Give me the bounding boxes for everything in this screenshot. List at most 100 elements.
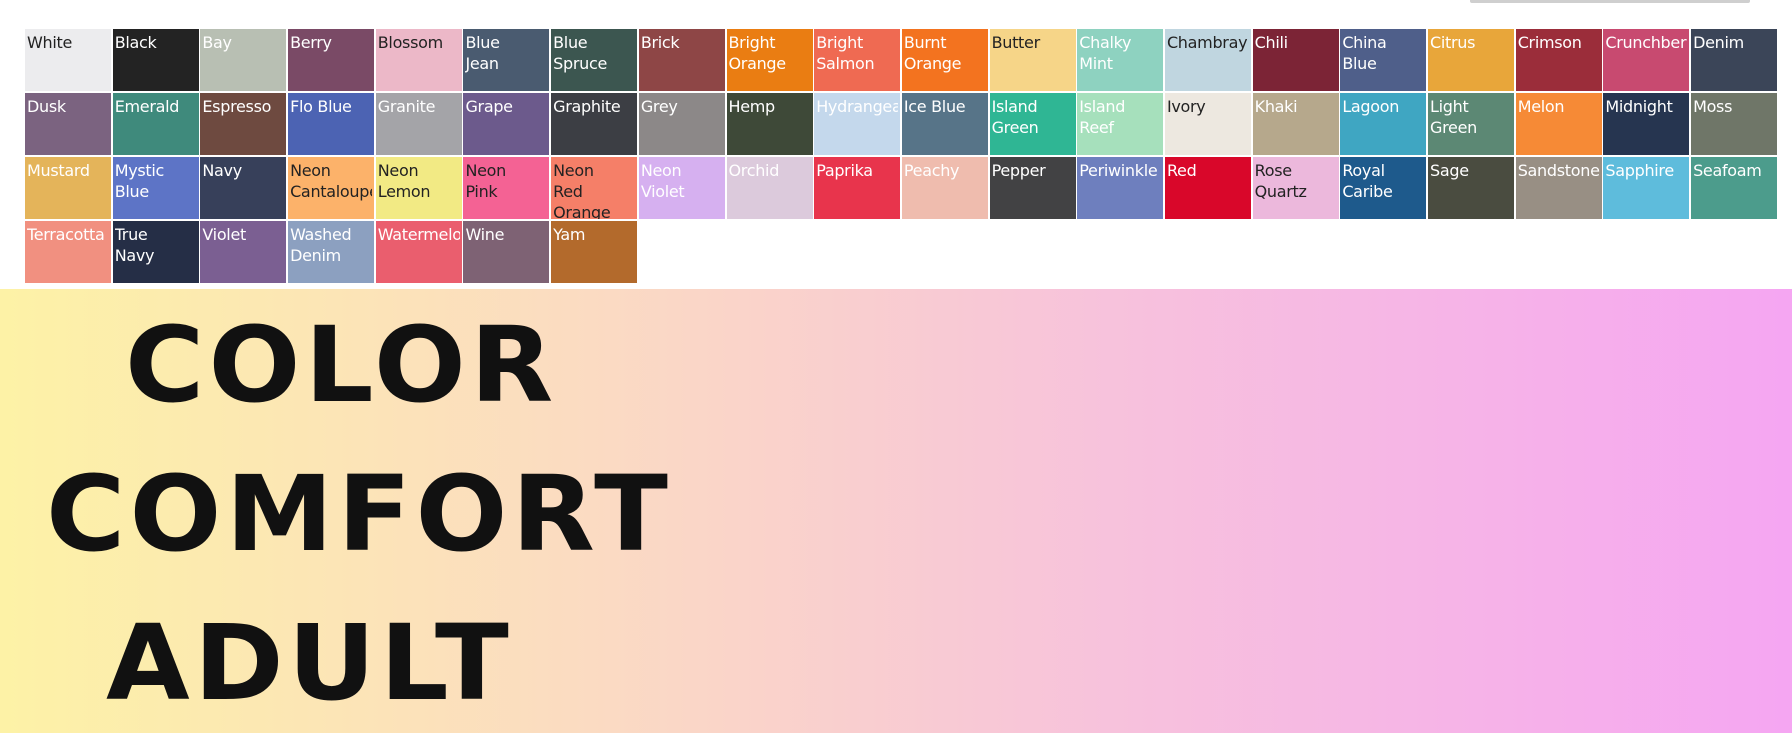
swatch-label: Island Reef <box>1079 97 1126 137</box>
color-swatch[interactable]: Chili <box>1252 29 1339 91</box>
color-swatch[interactable]: Neon Violet <box>638 157 725 219</box>
color-swatch[interactable]: Crimson <box>1515 29 1602 91</box>
title-line-adult: ADULT <box>106 602 513 724</box>
color-swatch[interactable]: Moss <box>1691 93 1778 155</box>
swatch-label: Orchid <box>728 161 780 180</box>
swatch-label: Periwinkle <box>1079 161 1158 180</box>
color-swatch[interactable]: Midnight <box>1603 93 1690 155</box>
color-swatch[interactable]: Rose Quartz <box>1252 157 1339 219</box>
color-swatch[interactable]: Seafoam <box>1691 157 1778 219</box>
swatch-label: Brick <box>640 33 680 52</box>
color-swatch[interactable]: Periwinkle <box>1077 157 1164 219</box>
color-swatch[interactable]: Paprika <box>814 157 901 219</box>
color-swatch[interactable]: Khaki <box>1252 93 1339 155</box>
color-swatch[interactable]: Chalky Mint <box>1077 29 1164 91</box>
color-swatch[interactable]: White <box>25 29 111 91</box>
swatch-label: Bright Orange <box>728 33 787 73</box>
color-swatch[interactable]: Violet <box>200 221 287 283</box>
color-swatch[interactable]: Melon <box>1515 93 1602 155</box>
swatch-label: Sandstone <box>1517 161 1600 180</box>
swatch-label: Moss <box>1693 97 1733 116</box>
color-swatch[interactable]: Peachy <box>901 157 988 219</box>
color-swatch[interactable]: Crunchberry <box>1603 29 1690 91</box>
swatch-label: Crimson <box>1517 33 1582 52</box>
color-swatch[interactable]: Island Green <box>989 93 1076 155</box>
color-swatch[interactable]: Hemp <box>726 93 813 155</box>
color-swatch[interactable]: Flo Blue <box>288 93 375 155</box>
swatch-label: China Blue <box>1342 33 1387 73</box>
color-swatch[interactable]: Butter <box>989 29 1076 91</box>
color-swatch[interactable]: Bay <box>200 29 287 91</box>
color-swatch[interactable]: Blue Spruce <box>551 29 638 91</box>
swatch-label: Paprika <box>816 161 873 180</box>
swatch-label: Yam <box>553 225 586 244</box>
color-swatch[interactable]: Sandstone <box>1515 157 1602 219</box>
color-swatch[interactable]: Neon Red Orange <box>551 157 638 219</box>
swatch-label: Light Green <box>1430 97 1477 137</box>
color-swatch[interactable]: Sapphire <box>1603 157 1690 219</box>
color-swatch[interactable]: China Blue <box>1340 29 1427 91</box>
color-swatch[interactable]: True Navy <box>112 221 199 283</box>
swatch-label: Washed Denim <box>290 225 352 265</box>
color-swatch[interactable]: Dusk <box>25 93 111 155</box>
color-swatch[interactable]: Bright Salmon <box>814 29 901 91</box>
color-swatch[interactable]: Ice Blue <box>901 93 988 155</box>
swatch-label: Butter <box>991 33 1041 52</box>
color-swatch[interactable]: Navy <box>200 157 287 219</box>
color-swatch[interactable]: Ivory <box>1164 93 1251 155</box>
color-swatch[interactable]: Neon Lemon <box>375 157 462 219</box>
color-swatch[interactable]: Hydrangea <box>814 93 901 155</box>
color-swatch[interactable]: Sage <box>1428 157 1514 219</box>
swatch-label: Royal Caribe <box>1342 161 1393 201</box>
color-swatch[interactable]: Neon Pink <box>463 157 550 219</box>
color-swatch[interactable]: Royal Caribe <box>1340 157 1427 219</box>
swatch-label: Chambray <box>1166 33 1248 52</box>
swatch-label: Wine <box>465 225 505 244</box>
color-swatch[interactable]: Citrus <box>1428 29 1514 91</box>
color-swatch[interactable]: Graphite <box>551 93 638 155</box>
color-swatch[interactable]: Blossom <box>375 29 462 91</box>
page: White Black Bay Berry Blossom Blue Jean Blue S… <box>0 0 1792 733</box>
swatch-label: Chalky Mint <box>1079 33 1132 73</box>
swatch-label: Grey <box>640 97 678 116</box>
swatch-label: Neon Lemon <box>377 161 431 201</box>
color-swatch[interactable]: Granite <box>375 93 462 155</box>
color-swatch[interactable]: Mystic Blue <box>112 157 199 219</box>
color-swatch[interactable]: Bright Orange <box>726 29 813 91</box>
color-swatch[interactable]: Red <box>1164 157 1251 219</box>
color-swatch[interactable]: Grey <box>638 93 725 155</box>
color-swatch[interactable]: Chambray <box>1164 29 1251 91</box>
swatch-label: Neon Violet <box>640 161 685 201</box>
color-swatch[interactable]: Blue Jean <box>463 29 550 91</box>
color-swatch[interactable]: Denim <box>1691 29 1778 91</box>
color-swatch[interactable]: Espresso <box>200 93 287 155</box>
swatch-label: Ice Blue <box>903 97 966 116</box>
color-swatch[interactable]: Burnt Orange <box>901 29 988 91</box>
color-swatch[interactable]: Black <box>112 29 199 91</box>
color-swatch[interactable]: Washed Denim <box>288 221 375 283</box>
color-swatch[interactable]: Pepper <box>989 157 1076 219</box>
swatch-label: Lagoon <box>1342 97 1400 116</box>
color-swatch[interactable]: Lagoon <box>1340 93 1427 155</box>
swatch-label: Sapphire <box>1605 161 1674 180</box>
swatch-label: Granite <box>377 97 436 116</box>
swatch-label: Hydrangea <box>816 97 899 116</box>
color-swatch[interactable]: Yam <box>551 221 638 283</box>
color-swatch[interactable]: Brick <box>638 29 725 91</box>
color-swatch[interactable]: Mustard <box>25 157 111 219</box>
swatch-label: Flo Blue <box>290 97 352 116</box>
color-swatch[interactable]: Wine <box>463 221 550 283</box>
color-swatch[interactable]: Island Reef <box>1077 93 1164 155</box>
title-banner: COLOR COMFORT ADULT <box>0 289 1792 733</box>
swatch-label: White <box>27 33 73 52</box>
color-swatch[interactable]: Emerald <box>112 93 199 155</box>
color-swatch[interactable]: Terracotta <box>25 221 111 283</box>
color-swatch[interactable]: Neon Cantaloupe <box>288 157 375 219</box>
color-swatch[interactable]: Orchid <box>726 157 813 219</box>
title-line-color: COLOR <box>125 304 558 426</box>
swatch-label: Pepper <box>991 161 1046 180</box>
color-swatch[interactable]: Berry <box>288 29 375 91</box>
color-swatch[interactable]: Light Green <box>1428 93 1514 155</box>
color-swatch[interactable]: Grape <box>463 93 550 155</box>
color-swatch[interactable]: Watermelon <box>375 221 462 283</box>
